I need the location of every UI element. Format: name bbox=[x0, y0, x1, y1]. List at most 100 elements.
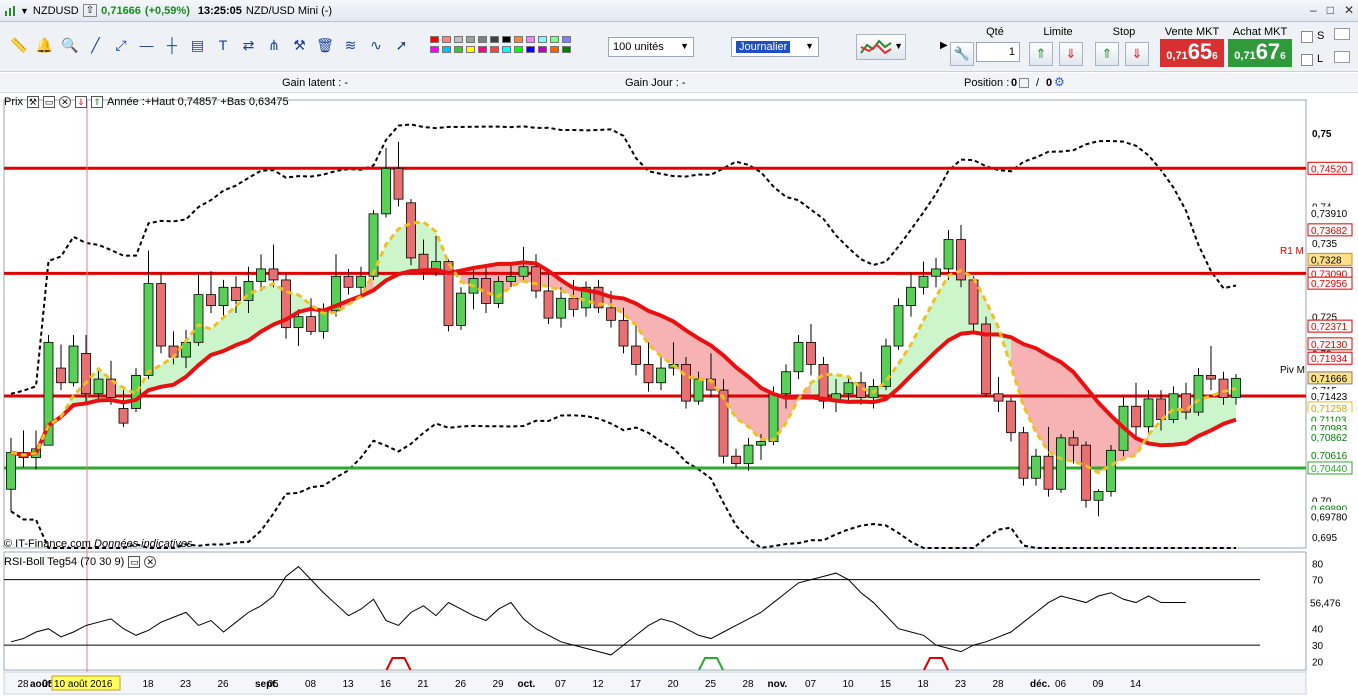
color-swatch[interactable] bbox=[454, 36, 463, 43]
color-swatch[interactable] bbox=[442, 46, 451, 53]
window-icon[interactable]: ▭ bbox=[42, 96, 55, 108]
sell-button[interactable]: 0,71 65 6 bbox=[1160, 39, 1224, 67]
hline-icon[interactable]: — bbox=[138, 36, 156, 54]
candle-body bbox=[756, 441, 766, 446]
buy-arrow-icon[interactable]: ⇑ bbox=[90, 96, 103, 108]
candle-body bbox=[1106, 449, 1116, 492]
color-swatch[interactable] bbox=[478, 36, 487, 43]
candle-body bbox=[6, 452, 16, 490]
line-icon[interactable]: ╱ bbox=[87, 36, 105, 54]
gear-icon[interactable]: ⚙ bbox=[1054, 75, 1065, 89]
candle-body bbox=[118, 408, 129, 424]
color-swatch[interactable] bbox=[562, 36, 571, 43]
color-swatch[interactable] bbox=[490, 36, 499, 43]
position-icon[interactable] bbox=[1019, 78, 1029, 88]
candle-body bbox=[806, 341, 816, 365]
buy-button[interactable]: 0,71 67 6 bbox=[1228, 39, 1292, 67]
color-swatch[interactable] bbox=[550, 46, 559, 53]
color-swatch[interactable] bbox=[502, 36, 511, 43]
x-tick-label: 09 bbox=[1093, 679, 1105, 690]
color-swatch[interactable] bbox=[442, 36, 451, 43]
color-swatch[interactable] bbox=[514, 46, 523, 53]
qty-input[interactable]: 1 bbox=[976, 42, 1020, 62]
pitchfork-icon[interactable]: ⋔ bbox=[265, 36, 283, 54]
toolbar: 📏 🔔 🔍 ╱ ⤢ — ┼ ▤ T ⇄ ⋔ ⚒ 🗑 ≋ ∿ ➚ 100 unités ▼ Journalier… bbox=[0, 22, 1358, 72]
x-tick-label: 26 bbox=[218, 679, 230, 690]
candle-body bbox=[93, 378, 104, 395]
alarm-icon[interactable]: 🔔 bbox=[36, 36, 54, 54]
buy-price-prefix: 0,71 bbox=[1234, 50, 1256, 62]
close-button[interactable]: ✕ bbox=[1344, 3, 1354, 17]
maximize-button[interactable]: □ bbox=[1327, 3, 1334, 17]
band-icon[interactable]: ≋ bbox=[342, 36, 360, 54]
color-swatch[interactable] bbox=[430, 36, 439, 43]
color-swatch[interactable] bbox=[514, 36, 523, 43]
zoom-icon[interactable]: 🔍 bbox=[61, 36, 79, 54]
candle-body bbox=[143, 283, 154, 376]
close-icon[interactable]: ✕ bbox=[144, 556, 157, 568]
candle-body bbox=[781, 371, 791, 395]
fibo-icon[interactable]: ▤ bbox=[189, 36, 207, 54]
limit-sell-button[interactable]: ⇓ bbox=[1059, 42, 1083, 66]
wrench-icon[interactable]: ⚒ bbox=[26, 96, 39, 108]
pin-icon[interactable]: ⇧ bbox=[82, 4, 98, 17]
color-swatch[interactable] bbox=[538, 36, 547, 43]
delete-icon[interactable]: 🗑 bbox=[316, 36, 334, 54]
title-info: ▼ NZDUSD ⇧ 0,71666 (+0,59%) 13:25:05 NZD… bbox=[4, 4, 332, 17]
s-checkbox[interactable] bbox=[1301, 31, 1313, 43]
stop-sell-button[interactable]: ⇓ bbox=[1125, 42, 1149, 66]
price-tag-label: 0,72130 bbox=[1311, 340, 1348, 351]
l-checkbox[interactable] bbox=[1301, 54, 1313, 66]
sell-arrow-icon[interactable]: ⇓ bbox=[74, 96, 87, 108]
color-swatch[interactable] bbox=[466, 36, 475, 43]
arrows-icon[interactable]: ⇄ bbox=[240, 36, 258, 54]
dropdown-icon[interactable]: ▼ bbox=[20, 6, 29, 16]
color-swatch[interactable] bbox=[466, 46, 475, 53]
candle-body bbox=[356, 275, 366, 288]
vline-icon[interactable]: ┼ bbox=[163, 36, 181, 54]
color-swatch[interactable] bbox=[538, 46, 547, 53]
indicator-button[interactable]: ▼ bbox=[856, 34, 906, 60]
stop-buy-button[interactable]: ⇑ bbox=[1095, 42, 1119, 66]
limit-buy-button[interactable]: ⇑ bbox=[1029, 42, 1053, 66]
color-swatch[interactable] bbox=[430, 46, 439, 53]
candle-body bbox=[506, 275, 516, 282]
collapse-icon[interactable]: ▶ bbox=[940, 40, 948, 51]
candle-body bbox=[631, 345, 641, 365]
tools-icon[interactable]: ⚒ bbox=[291, 36, 309, 54]
period-select[interactable]: Journalier ▼ bbox=[731, 37, 819, 57]
color-swatch[interactable] bbox=[526, 36, 535, 43]
color-swatch[interactable] bbox=[550, 36, 559, 43]
title-bar: ▼ NZDUSD ⇧ 0,71666 (+0,59%) 13:25:05 NZD… bbox=[0, 0, 1358, 22]
x-tick-label: 16 bbox=[380, 679, 392, 690]
wave-icon[interactable]: ∿ bbox=[367, 36, 385, 54]
candle-body bbox=[681, 363, 691, 402]
instrument-name: NZD/USD Mini (-) bbox=[245, 4, 333, 17]
position-value: 0 bbox=[1011, 77, 1018, 89]
price-tag-label: 0,71666 bbox=[1311, 374, 1348, 385]
close-icon[interactable]: ✕ bbox=[58, 96, 71, 108]
candle-body bbox=[181, 341, 191, 358]
minimize-button[interactable]: – bbox=[1310, 3, 1317, 17]
order-settings-button[interactable]: 🔧 bbox=[950, 42, 974, 66]
l-input[interactable] bbox=[1334, 51, 1350, 63]
candle-body bbox=[381, 167, 391, 215]
cursor-icon[interactable]: ➚ bbox=[393, 36, 411, 54]
color-swatch[interactable] bbox=[478, 46, 487, 53]
s-input[interactable] bbox=[1334, 28, 1350, 40]
color-swatch[interactable] bbox=[490, 46, 499, 53]
x-tick-label: 21 bbox=[418, 679, 430, 690]
candle-body bbox=[1081, 444, 1091, 501]
ruler-icon[interactable]: 📏 bbox=[10, 36, 28, 54]
color-swatch[interactable] bbox=[526, 46, 535, 53]
text-icon[interactable]: T bbox=[214, 36, 232, 54]
window-icon[interactable]: ▭ bbox=[128, 556, 141, 568]
color-swatch[interactable] bbox=[562, 46, 571, 53]
x-tick-label: 17 bbox=[630, 679, 642, 690]
quantity-select[interactable]: 100 unités ▼ bbox=[608, 37, 694, 57]
rsi-tick-label: 70 bbox=[1312, 576, 1324, 587]
trend-icon[interactable]: ⤢ bbox=[112, 36, 130, 54]
chart-area[interactable]: R1 MPiv M0,750,740,7350,7250,720,7150,71… bbox=[0, 93, 1358, 696]
color-swatch[interactable] bbox=[454, 46, 463, 53]
color-swatch[interactable] bbox=[502, 46, 511, 53]
